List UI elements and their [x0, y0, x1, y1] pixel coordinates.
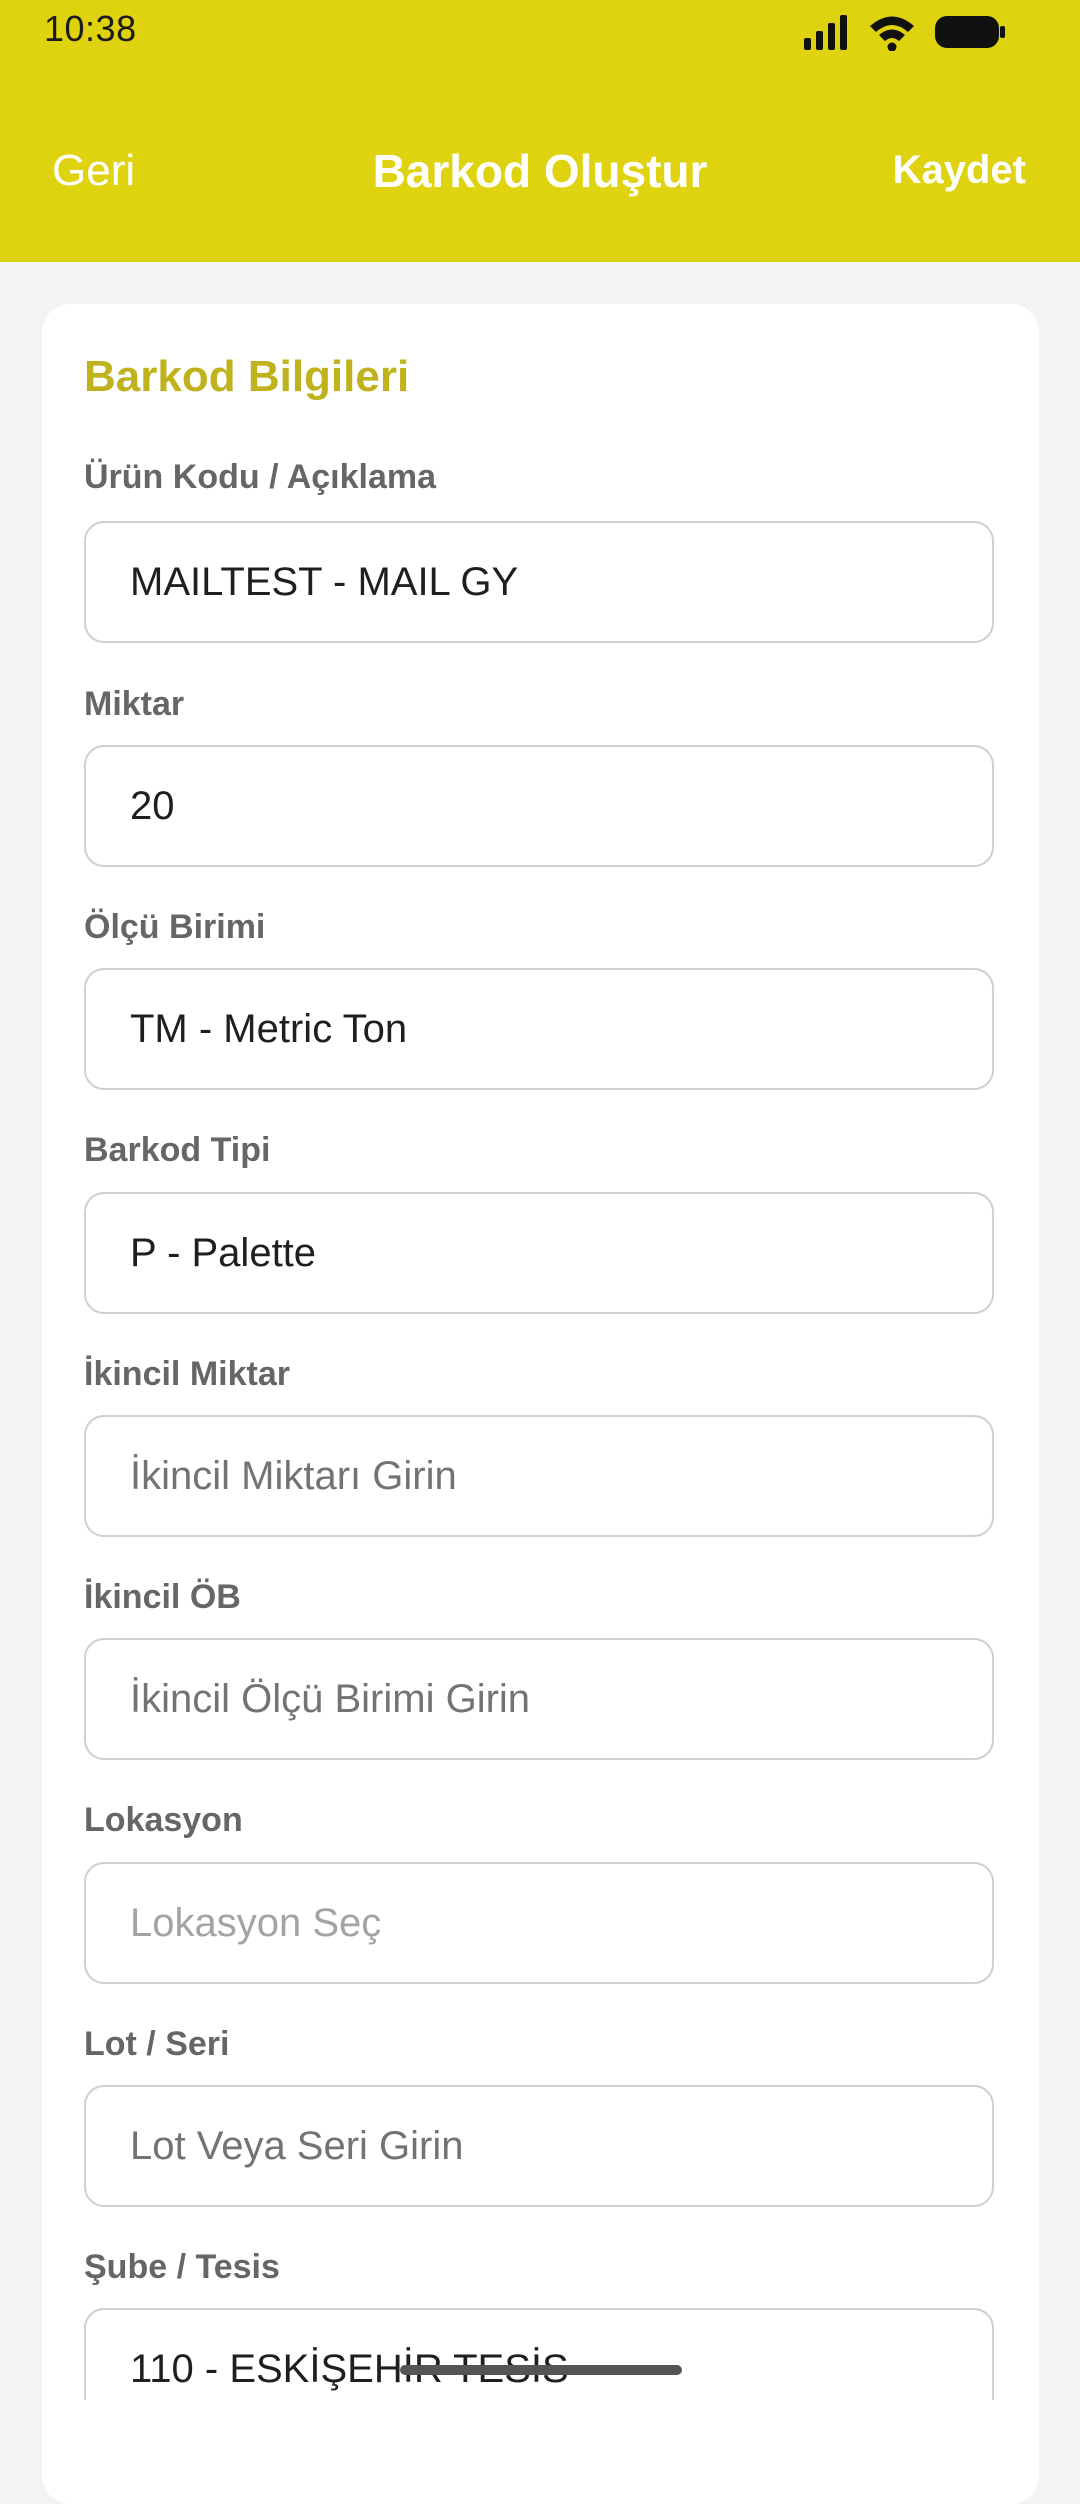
unit-label: Ölçü Birimi [84, 908, 266, 946]
barcode-type-field[interactable]: P - Palette [84, 1192, 994, 1314]
app-header: 10:38 Geri Barkod Oluştur Kaydet [0, 0, 1080, 262]
quantity-label: Miktar [84, 685, 185, 723]
product-code-field[interactable]: MAILTEST - MAIL GY [84, 521, 994, 643]
lot-serial-label: Lot / Seri [84, 2025, 230, 2063]
secondary-quantity-input[interactable]: İkincil Miktarı Girin [84, 1415, 994, 1537]
secondary-quantity-label: İkincil Miktar [84, 1355, 290, 1393]
status-time: 10:38 [44, 8, 137, 49]
secondary-unit-label: İkincil ÖB [84, 1578, 241, 1616]
barcode-type-label: Barkod Tipi [84, 1131, 271, 1169]
unit-field[interactable]: TM - Metric Ton [84, 968, 994, 1090]
home-indicator[interactable] [400, 2365, 682, 2375]
status-icons [802, 12, 1006, 52]
quantity-field[interactable]: 20 [84, 745, 994, 867]
location-select[interactable]: Lokasyon Seç [84, 1862, 994, 1984]
save-button[interactable]: Kaydet [893, 148, 1026, 193]
secondary-unit-input[interactable]: İkincil Ölçü Birimi Girin [84, 1638, 994, 1760]
battery-icon [935, 16, 1005, 48]
wifi-icon [870, 16, 914, 51]
product-code-label: Ürün Kodu / Açıklama [84, 458, 437, 496]
lot-serial-input[interactable]: Lot Veya Seri Girin [84, 2085, 994, 2207]
signal-icon [804, 15, 847, 50]
branch-label: Şube / Tesis [84, 2248, 280, 2286]
back-button[interactable]: Geri [52, 146, 135, 196]
section-title: Barkod Bilgileri [84, 352, 410, 401]
branch-field[interactable]: 110 - ESKİŞEHİR TESİS [84, 2308, 994, 2400]
location-label: Lokasyon [84, 1801, 243, 1839]
